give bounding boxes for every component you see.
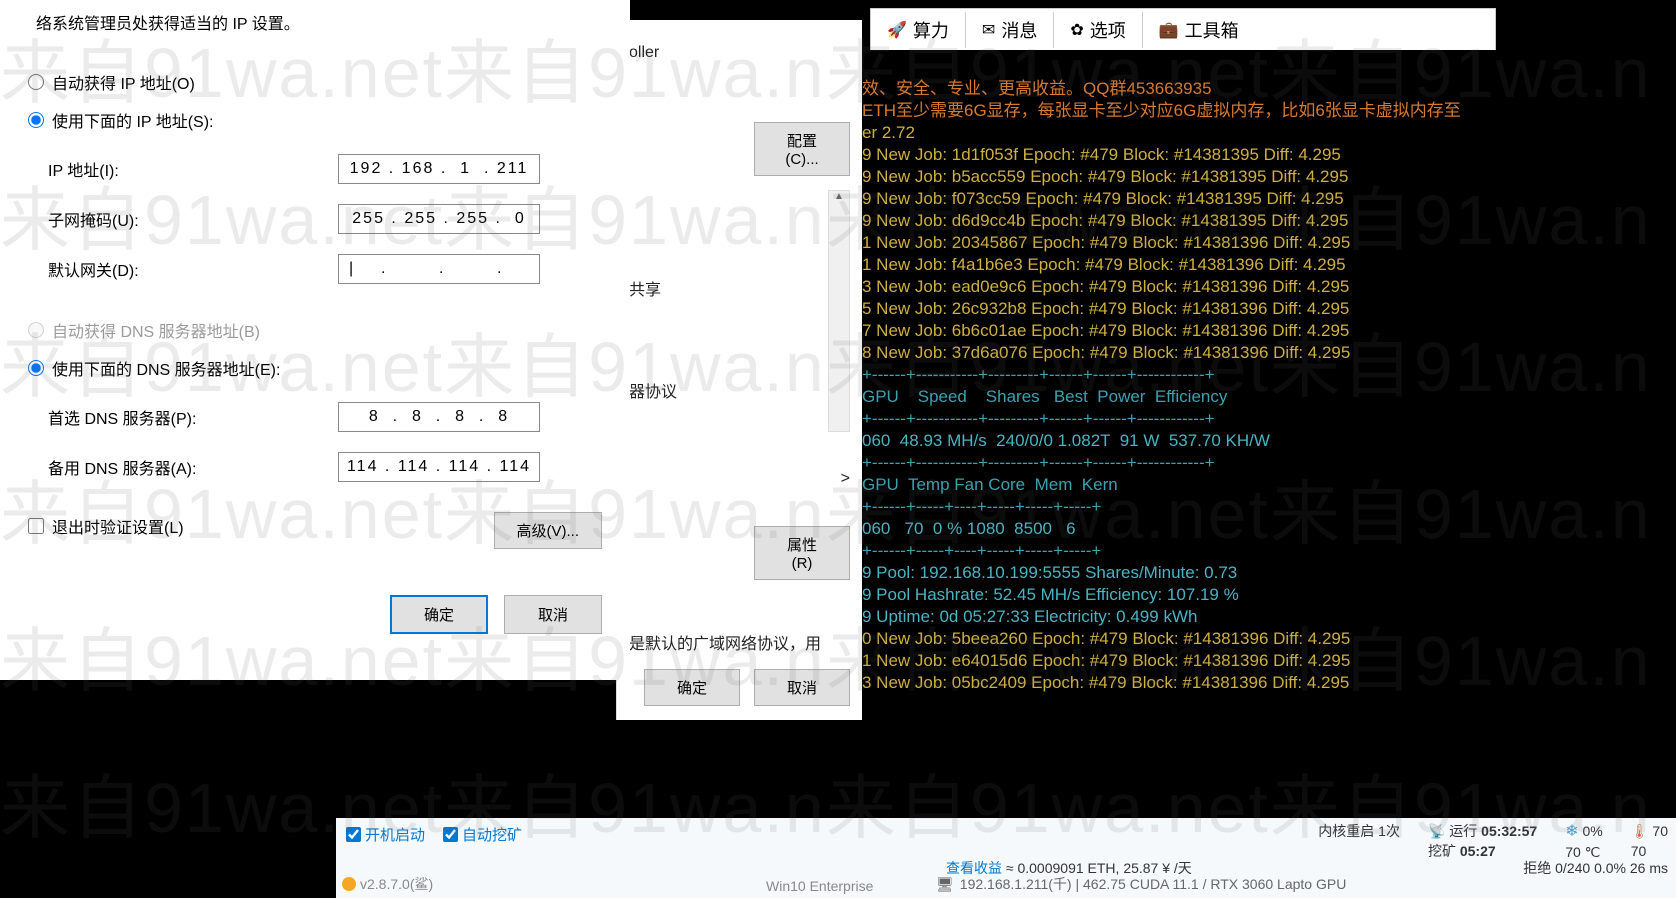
automine-checkbox[interactable]: 自动挖矿 <box>443 824 522 845</box>
reject-value: 0/240 0.0% 26 ms <box>1555 860 1668 876</box>
startup-checkbox[interactable]: 开机启动 <box>346 824 425 845</box>
reject-label: 拒绝 <box>1523 860 1551 876</box>
gear-icon: ✿ <box>1070 20 1083 40</box>
radio-auto-dns: 自动获得 DNS 服务器地址(B) <box>28 318 602 342</box>
subnet-mask-field[interactable] <box>338 204 540 234</box>
radio-auto-ip-input[interactable] <box>28 74 44 90</box>
radio-manual-dns[interactable]: 使用下面的 DNS 服务器地址(E): <box>28 356 602 380</box>
ipv4-properties-dialog: 络系统管理员处获得适当的 IP 设置。 自动获得 IP 地址(O) 使用下面的 … <box>0 0 630 680</box>
tab-options[interactable]: ✿ 选项 <box>1054 17 1141 43</box>
radio-manual-dns-label: 使用下面的 DNS 服务器地址(E): <box>52 356 280 380</box>
radio-manual-ip[interactable]: 使用下面的 IP 地址(S): <box>28 108 602 132</box>
thermometer-icon: 🌡 <box>1631 823 1649 839</box>
subnet-mask-label: 子网掩码(U): <box>48 207 338 231</box>
properties-button[interactable]: 属性(R) <box>754 526 850 580</box>
miner-tabs: 🚀 算力 ✉ 消息 ✿ 选项 💼 工具箱 <box>870 8 1496 50</box>
protocol-desc: 是默认的广域网络协议，用 <box>629 630 850 654</box>
radio-manual-ip-input[interactable] <box>28 112 44 128</box>
ip-address-field[interactable] <box>338 154 540 184</box>
rocket-icon: 🚀 <box>887 20 907 40</box>
radio-manual-ip-label: 使用下面的 IP 地址(S): <box>52 108 214 132</box>
radio-manual-dns-input[interactable] <box>28 360 44 376</box>
fan-icon: ❄ <box>1565 823 1578 840</box>
mail-icon: ✉ <box>982 20 995 40</box>
net-ok-button[interactable]: 确定 <box>644 669 740 706</box>
net-item-protocol[interactable]: 器协议 <box>629 378 850 402</box>
config-button[interactable]: 配置(C)... <box>754 122 850 176</box>
tab-messages-label: 消息 <box>1001 17 1037 43</box>
radio-auto-ip-label: 自动获得 IP 地址(O) <box>52 70 195 94</box>
tab-hashrate-label: 算力 <box>913 17 949 43</box>
tab-toolbox-label: 工具箱 <box>1185 17 1239 43</box>
briefcase-icon: 💼 <box>1159 20 1179 40</box>
temps-block: 🌡 70 70 <box>1631 822 1668 860</box>
ip-ok-button[interactable]: 确定 <box>390 595 488 634</box>
adapter-name-partial: oller <box>629 44 850 62</box>
kernel-restart: 内核重启 1次 <box>1318 822 1400 840</box>
gateway-field[interactable] <box>338 254 540 284</box>
version-label: v2.8.7.0(鲨) <box>342 874 433 894</box>
ip-desc: 络系统管理员处获得适当的 IP 设置。 <box>28 10 602 34</box>
runtime-block: 📡 运行 05:32:57 挖矿 05:27 <box>1428 822 1537 860</box>
tab-toolbox[interactable]: 💼 工具箱 <box>1143 17 1255 43</box>
gateway-label: 默认网关(D): <box>48 257 338 281</box>
dns1-field[interactable] <box>338 402 540 432</box>
radio-auto-ip[interactable]: 自动获得 IP 地址(O) <box>28 70 602 94</box>
tab-options-label: 选项 <box>1090 17 1126 43</box>
ip-cancel-button[interactable]: 取消 <box>504 595 602 634</box>
advanced-button[interactable]: 高级(V)... <box>494 512 603 549</box>
fan-temp-block: ❄ 0% 70 ℃ <box>1565 822 1603 861</box>
scrollbar[interactable]: ▲ <box>828 190 850 432</box>
status-dot-icon <box>342 877 356 891</box>
radio-auto-dns-label: 自动获得 DNS 服务器地址(B) <box>52 318 260 342</box>
network-adapter-dialog: oller 配置(C)... 共享 器协议 ▲ > 属性(R) 是默认的广域网络… <box>616 20 862 720</box>
tab-messages[interactable]: ✉ 消息 <box>966 17 1053 43</box>
ip-address-label: IP 地址(I): <box>48 157 338 181</box>
runtime-icon: 📡 <box>1428 823 1445 839</box>
monitor-icon: 🖥 <box>936 876 954 893</box>
dns2-field[interactable] <box>338 452 540 482</box>
dns1-label: 首选 DNS 服务器(P): <box>48 405 338 429</box>
os-label: Win10 Enterprise <box>766 878 873 894</box>
gpu-info: 🖥192.168.1.211(千) | 462.75 CUDA 11.1 / R… <box>936 874 1346 894</box>
dns2-label: 备用 DNS 服务器(A): <box>48 455 338 479</box>
net-item-share[interactable]: 共享 <box>629 276 850 300</box>
miner-status-bar: 开机启动 自动挖矿 内核重启 1次 📡 运行 05:32:57 挖矿 05:27… <box>336 818 1676 898</box>
tab-hashrate[interactable]: 🚀 算力 <box>871 17 965 43</box>
radio-auto-dns-input <box>28 322 44 338</box>
net-cancel-button[interactable]: 取消 <box>754 669 850 706</box>
miner-console: 效、安全、专业、更高收益。QQ群453663935 ETH至少需要6G显存，每张… <box>862 50 1676 710</box>
